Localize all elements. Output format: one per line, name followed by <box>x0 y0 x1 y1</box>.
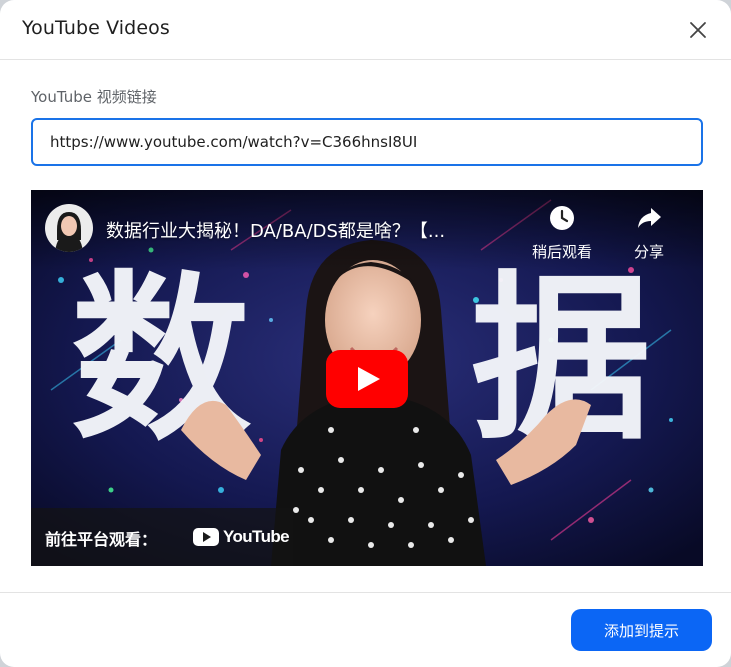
play-button[interactable] <box>326 350 408 408</box>
youtube-play-icon <box>326 350 408 408</box>
dialog-header: YouTube Videos <box>0 0 731 60</box>
watch-on-youtube[interactable]: 前往平台观看： YouTube <box>31 508 293 566</box>
youtube-logo-icon <box>193 528 219 546</box>
dialog-footer: 添加到提示 <box>0 592 731 667</box>
channel-avatar[interactable] <box>45 204 93 252</box>
share-label: 分享 <box>633 243 664 261</box>
dialog-title: YouTube Videos <box>22 17 170 39</box>
add-to-prompt-button[interactable]: 添加到提示 <box>571 609 712 651</box>
youtube-logo[interactable]: YouTube <box>193 527 290 547</box>
watch-later-label: 稍后观看 <box>531 243 592 261</box>
video-player[interactable]: 数 据 数据行业大揭秘！DA/BA/DS都是啥？【... 稍后观看 分享 前往平… <box>31 190 703 566</box>
watch-on-label: 前往平台观看： <box>45 530 158 549</box>
share-arrow-icon <box>638 208 661 228</box>
youtube-url-input[interactable] <box>31 118 703 166</box>
close-button[interactable] <box>682 14 714 46</box>
clock-icon <box>550 206 574 230</box>
youtube-wordmark: YouTube <box>223 527 290 546</box>
share-button[interactable]: 分享 <box>621 204 677 264</box>
video-title[interactable]: 数据行业大揭秘！DA/BA/DS都是啥？【... <box>106 217 506 243</box>
close-icon <box>690 22 706 38</box>
watch-later-button[interactable]: 稍后观看 <box>526 204 598 264</box>
youtube-dialog: YouTube Videos YouTube 视频链接 https://www.… <box>0 0 731 667</box>
url-field-label: YouTube 视频链接 <box>31 88 157 106</box>
